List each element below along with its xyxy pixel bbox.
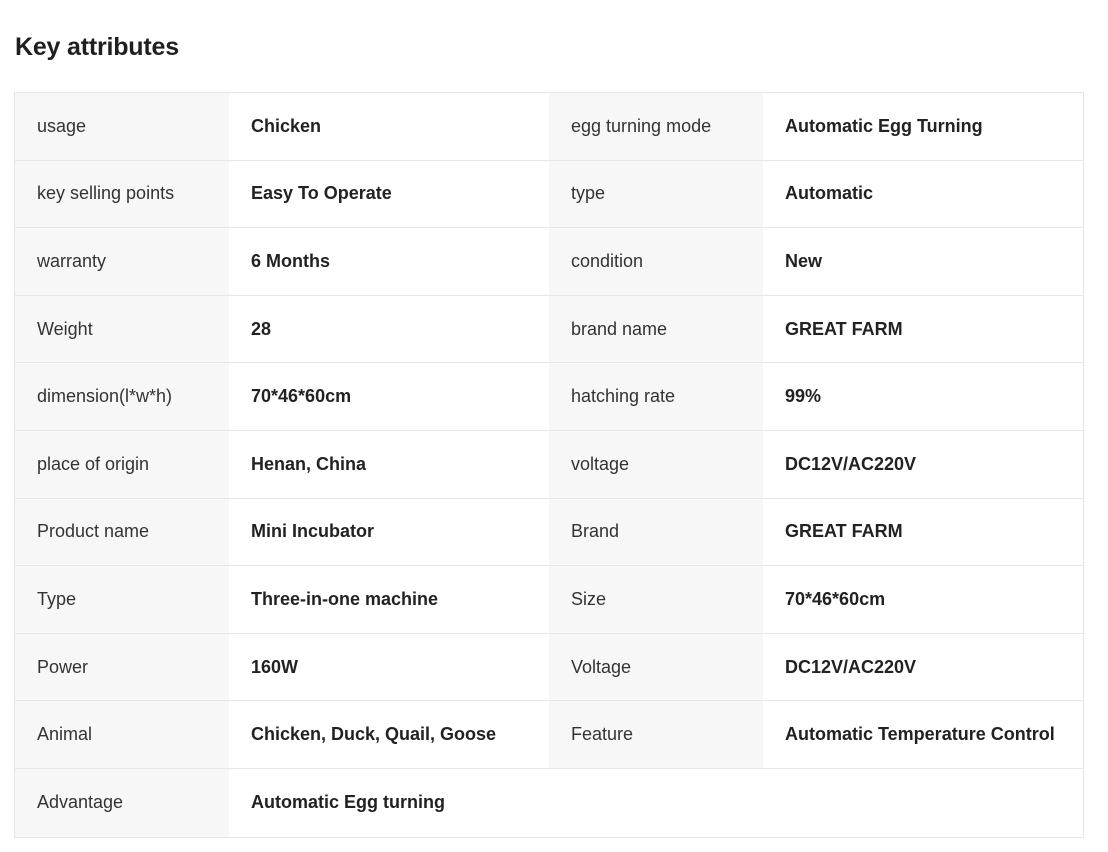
table-row: warranty 6 Months condition New [15,228,1083,296]
attribute-value: Automatic [763,160,1083,228]
attribute-key: condition [549,228,763,295]
attribute-key: voltage [549,430,763,498]
table-row: Advantage Automatic Egg turning [15,768,1083,837]
table-row: Type Three-in-one machine Size 70*46*60c… [15,566,1083,634]
attribute-key: warranty [15,228,229,295]
attribute-key: usage [15,93,229,160]
attribute-value: 99% [763,363,1083,430]
key-attributes-section: Key attributes usage Chicken egg turning… [0,0,1108,852]
attribute-value: GREAT FARM [763,295,1083,363]
table-row: key selling points Easy To Operate type … [15,160,1083,229]
attribute-value: 70*46*60cm [763,566,1083,633]
attribute-value: Automatic Egg turning [229,768,549,837]
table-row: usage Chicken egg turning mode Automatic… [15,93,1083,161]
attribute-value: New [763,228,1083,295]
attribute-value: Henan, China [229,430,549,498]
table-row: Product name Mini Incubator Brand GREAT … [15,498,1083,567]
attribute-key: egg turning mode [549,93,763,160]
table-row: Weight 28 brand name GREAT FARM [15,295,1083,364]
attribute-value: DC12V/AC220V [763,430,1083,498]
attribute-value: Automatic Egg Turning [763,93,1083,160]
attribute-key: Type [15,566,229,633]
attributes-table: usage Chicken egg turning mode Automatic… [14,92,1084,838]
attribute-key: hatching rate [549,363,763,430]
attribute-value: GREAT FARM [763,498,1083,566]
table-row: dimension(l*w*h) 70*46*60cm hatching rat… [15,363,1083,431]
attribute-key: Product name [15,498,229,566]
attribute-value: Chicken [229,93,549,160]
attribute-key: Animal [15,701,229,768]
attribute-key: Feature [549,701,763,768]
attribute-key: dimension(l*w*h) [15,363,229,430]
attribute-value: 160W [229,633,549,701]
attribute-value: DC12V/AC220V [763,633,1083,701]
attribute-value: Mini Incubator [229,498,549,566]
attribute-key: Power [15,633,229,701]
attribute-key: Weight [15,295,229,363]
empty-cell [763,768,1083,837]
attribute-key: key selling points [15,160,229,228]
table-row: Power 160W Voltage DC12V/AC220V [15,633,1083,702]
section-title: Key attributes [15,33,179,61]
attribute-value: Automatic Temperature Control [763,701,1083,768]
attribute-key: brand name [549,295,763,363]
attribute-value: Three-in-one machine [229,566,549,633]
attribute-value: Easy To Operate [229,160,549,228]
table-row: Animal Chicken, Duck, Quail, Goose Featu… [15,701,1083,769]
attribute-key: type [549,160,763,228]
attribute-key: Brand [549,498,763,566]
attribute-value: 6 Months [229,228,549,295]
empty-cell [549,768,763,837]
table-row: place of origin Henan, China voltage DC1… [15,430,1083,499]
attribute-key: Voltage [549,633,763,701]
attribute-key: Advantage [15,768,229,837]
attribute-value: 28 [229,295,549,363]
attribute-key: Size [549,566,763,633]
attribute-value: 70*46*60cm [229,363,549,430]
attribute-key: place of origin [15,430,229,498]
attribute-value: Chicken, Duck, Quail, Goose [229,701,549,768]
